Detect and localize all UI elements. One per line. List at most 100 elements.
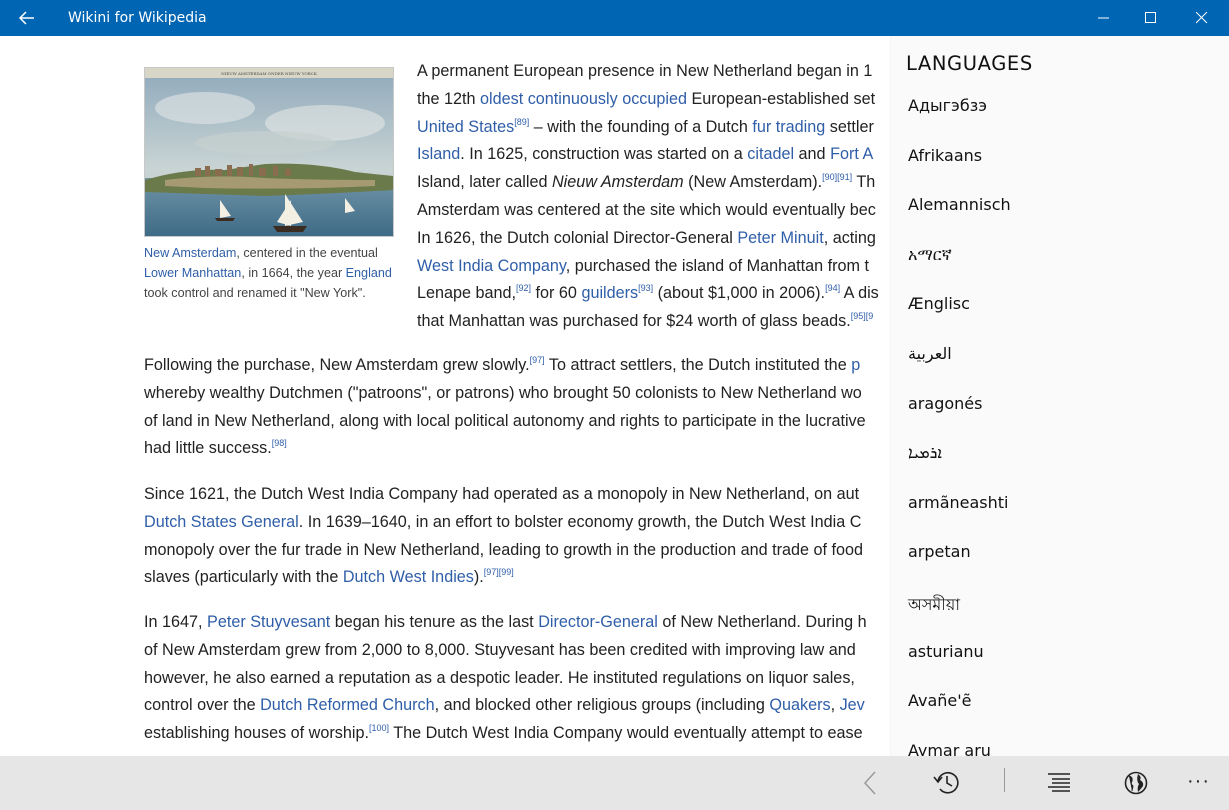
text: of New Amsterdam grew from 2,000 to 8,00… xyxy=(144,640,856,659)
text: the 12th xyxy=(417,89,481,108)
table-of-contents-icon xyxy=(1048,773,1070,792)
citation[interactable]: [90][91] xyxy=(822,172,852,182)
chevron-left-icon xyxy=(863,771,876,795)
text: , acting xyxy=(823,228,876,247)
maximize-icon xyxy=(1145,12,1156,23)
language-item[interactable]: Ænglisc xyxy=(908,294,1011,344)
link-island[interactable]: Island xyxy=(417,145,460,163)
link-director-general[interactable]: Director-General xyxy=(538,613,658,631)
svg-text:NIEUW AMSTERDAM ONDER NIEUW YO: NIEUW AMSTERDAM ONDER NIEUW YORCK xyxy=(221,71,317,76)
paragraph-3: Since 1621, the Dutch West India Company… xyxy=(144,481,944,592)
citation[interactable]: [89] xyxy=(514,117,529,127)
link-fur-trading[interactable]: fur trading xyxy=(752,118,825,136)
link-quakers[interactable]: Quakers xyxy=(769,696,830,714)
text: however, he also earned a reputation as … xyxy=(144,668,855,687)
figure-caption: New Amsterdam, centered in the eventual … xyxy=(144,243,394,303)
minimize-icon xyxy=(1098,17,1109,19)
text: . In 1625, construction was started on a xyxy=(460,145,748,164)
paragraph-4: In 1647, Peter Stuyvesant began his tenu… xyxy=(144,609,944,748)
link-patroon[interactable]: p xyxy=(851,356,860,374)
link-guilders[interactable]: guilders xyxy=(581,284,638,302)
new-amsterdam-painting[interactable]: NIEUW AMSTERDAM ONDER NIEUW YORCK xyxy=(144,67,394,237)
more-options-button[interactable]: ··· xyxy=(1187,770,1219,800)
citation[interactable]: [94] xyxy=(825,283,840,293)
link-dutch-reformed-church[interactable]: Dutch Reformed Church xyxy=(260,696,435,714)
text: . In 1639–1640, in an effort to bolster … xyxy=(298,512,862,531)
text: slaves (particularly with the xyxy=(144,568,343,587)
link-dutch-states-general[interactable]: Dutch States General xyxy=(144,513,299,531)
language-item[interactable]: অসমীয়া xyxy=(908,592,1011,642)
language-item[interactable]: Aymar aru xyxy=(908,741,1011,756)
text: European-established set xyxy=(687,89,876,108)
history-button[interactable] xyxy=(931,768,963,798)
window-title: Wikini for Wikipedia xyxy=(68,10,207,26)
language-item[interactable]: العربية xyxy=(908,344,1011,394)
link-peter-minuit[interactable]: Peter Minuit xyxy=(737,229,823,247)
language-item[interactable]: Alemannisch xyxy=(908,195,1011,245)
text: ). xyxy=(473,568,484,587)
language-item[interactable]: ܐܪܡܝܐ xyxy=(908,443,1011,493)
text: settler xyxy=(825,117,874,136)
table-of-contents-button[interactable] xyxy=(1044,768,1076,798)
text: Lenape band, xyxy=(417,284,517,303)
text: Amsterdam was centered at the site which… xyxy=(417,200,876,219)
language-item[interactable]: aragonés xyxy=(908,394,1011,444)
text: In 1626, the Dutch colonial Director-Gen… xyxy=(417,228,738,247)
language-item[interactable]: Avañe'ẽ xyxy=(908,691,1011,741)
text: , purchased the island of Manhattan from… xyxy=(565,256,870,275)
text: that Manhattan was purchased for $24 wor… xyxy=(417,312,851,331)
caption-link-lower-manhattan[interactable]: Lower Manhattan xyxy=(144,266,241,280)
text: – with the founding of a Dutch xyxy=(529,117,753,136)
text: (about $1,000 in 2006). xyxy=(653,284,826,303)
link-jews[interactable]: Jev xyxy=(840,696,865,714)
text: of land in New Netherland, along with lo… xyxy=(144,411,866,430)
citation[interactable]: [97] xyxy=(530,355,545,365)
text: , xyxy=(830,696,840,715)
link-citadel[interactable]: citadel xyxy=(747,145,794,163)
minimize-button[interactable] xyxy=(1081,0,1127,36)
text: Following the purchase, New Amsterdam gr… xyxy=(144,356,530,374)
citation[interactable]: [93] xyxy=(638,283,653,293)
text: A permanent European presence in New Net… xyxy=(417,62,873,80)
title-bar: Wikini for Wikipedia xyxy=(0,0,1229,36)
citation[interactable]: [98] xyxy=(272,438,287,448)
link-united-states[interactable]: United States xyxy=(417,118,514,136)
language-item[interactable]: አማርኛ xyxy=(908,245,1011,295)
citation[interactable]: [97][99] xyxy=(484,567,514,577)
link-dutch-west-indies[interactable]: Dutch West Indies xyxy=(343,568,474,586)
language-item[interactable]: Afrikaans xyxy=(908,146,1011,196)
article-figure: NIEUW AMSTERDAM ONDER NIEUW YORCK New Am… xyxy=(144,67,394,303)
close-button[interactable] xyxy=(1179,0,1225,36)
language-item[interactable]: arpetan xyxy=(908,542,1011,592)
text: monopoly over the fur trade in New Nethe… xyxy=(144,540,863,559)
text: In 1647, xyxy=(144,613,208,631)
link-fort-amsterdam[interactable]: Fort A xyxy=(830,145,873,163)
text: had little success. xyxy=(144,439,272,458)
maximize-button[interactable] xyxy=(1128,0,1174,36)
language-item[interactable]: armãneashti xyxy=(908,493,1011,543)
text: Island, later called xyxy=(417,173,552,192)
caption-link-england[interactable]: England xyxy=(346,266,392,280)
citation[interactable]: [100] xyxy=(369,723,389,733)
link-peter-stuyvesant[interactable]: Peter Stuyvesant xyxy=(207,613,330,631)
page-back-button[interactable] xyxy=(858,768,890,798)
citation[interactable]: [92] xyxy=(516,283,531,293)
citation[interactable]: [95][9 xyxy=(851,311,874,321)
history-icon xyxy=(933,772,959,794)
caption-link-new-amsterdam[interactable]: New Amsterdam xyxy=(144,246,236,260)
back-button[interactable] xyxy=(14,6,40,30)
text: To attract settlers, the Dutch institute… xyxy=(544,356,852,374)
arrow-left-icon xyxy=(18,11,34,25)
close-icon xyxy=(1196,12,1208,24)
text: Since 1621, the Dutch West India Company… xyxy=(144,485,860,503)
italic-text: Nieuw Amsterdam xyxy=(551,173,684,192)
text: A dis xyxy=(840,284,879,303)
link-oldest-continuously-occupied[interactable]: oldest continuously occupied xyxy=(480,90,687,108)
paragraph-2: Following the purchase, New Amsterdam gr… xyxy=(144,352,944,463)
text: for 60 xyxy=(531,284,582,303)
languages-heading: LANGUAGES xyxy=(906,52,1033,75)
link-west-india-company[interactable]: West India Company xyxy=(417,257,566,275)
language-button[interactable] xyxy=(1120,768,1152,798)
language-item[interactable]: Адыгэбзэ xyxy=(908,96,1011,146)
language-item[interactable]: asturianu xyxy=(908,642,1011,692)
